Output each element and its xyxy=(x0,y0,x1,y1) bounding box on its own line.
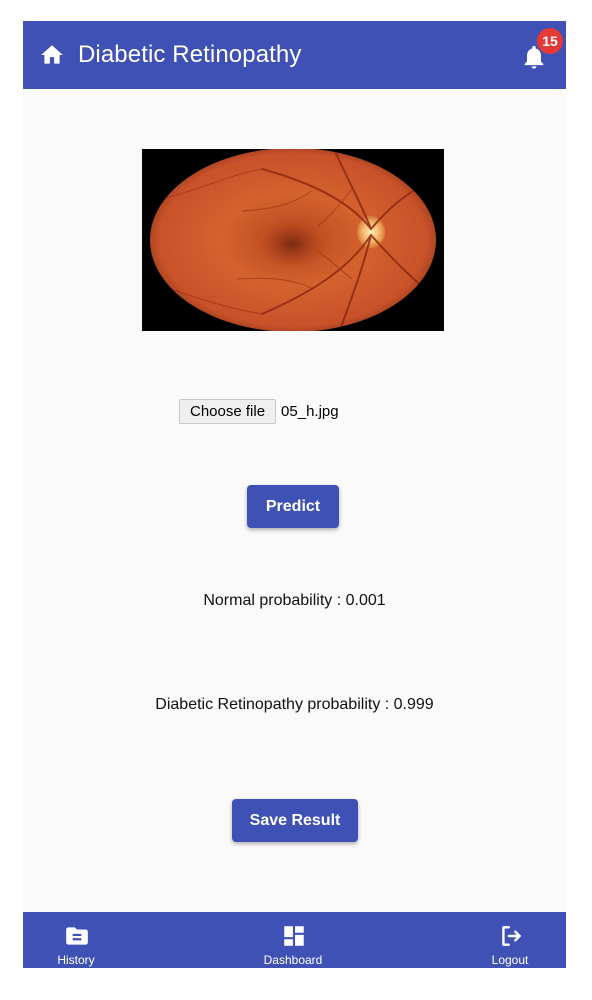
file-input: Choose file 05_h.jpg xyxy=(179,398,339,425)
nav-history-label: History xyxy=(57,953,95,967)
home-icon[interactable] xyxy=(39,42,65,68)
nav-dashboard-label: Dashboard xyxy=(263,953,323,967)
nav-logout[interactable]: Logout xyxy=(465,912,555,968)
app-frame: Diabetic Retinopathy 15 Choose file 05_h… xyxy=(23,21,566,968)
nav-history[interactable]: History xyxy=(31,912,121,968)
folder-icon xyxy=(66,927,88,945)
save-result-button[interactable]: Save Result xyxy=(232,799,358,842)
nav-dashboard[interactable]: Dashboard xyxy=(248,912,338,968)
dr-probability: Diabetic Retinopathy probability : 0.999 xyxy=(155,696,434,713)
normal-probability: Normal probability : 0.001 xyxy=(203,592,386,609)
dashboard-icon xyxy=(284,926,304,946)
app-bar: Diabetic Retinopathy 15 xyxy=(23,21,566,89)
notification-badge: 15 xyxy=(537,28,563,54)
nav-logout-label: Logout xyxy=(491,953,529,967)
choose-file-button[interactable]: Choose file xyxy=(179,399,277,424)
bottom-navigation: History Dashboard Logout xyxy=(23,912,566,968)
selected-file-name: 05_h.jpg xyxy=(281,403,339,420)
predict-button[interactable]: Predict xyxy=(247,485,339,528)
retina-fundus-image xyxy=(142,149,444,331)
logout-icon xyxy=(502,926,521,946)
page-title: Diabetic Retinopathy xyxy=(78,41,302,68)
